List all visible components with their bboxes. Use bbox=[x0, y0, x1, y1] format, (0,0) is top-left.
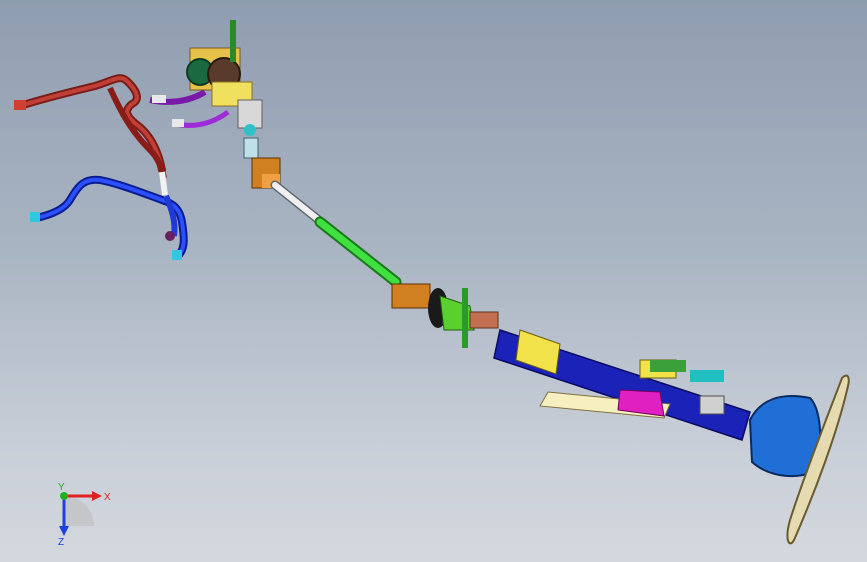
cad-viewport[interactable]: X Y Z bbox=[0, 0, 867, 562]
y-axis-label: Y bbox=[58, 482, 65, 493]
upper-mechanism[interactable] bbox=[186, 20, 263, 159]
z-axis-label: Z bbox=[58, 537, 64, 548]
x-axis-label: X bbox=[104, 492, 111, 503]
steering-wheel[interactable] bbox=[748, 374, 850, 545]
hose-blue[interactable] bbox=[30, 175, 188, 260]
lower-universal-joint[interactable] bbox=[391, 283, 499, 348]
assembly-model[interactable]: X Y Z bbox=[0, 0, 867, 562]
steering-column-housing[interactable] bbox=[493, 329, 751, 441]
lower-shaft[interactable] bbox=[314, 216, 402, 288]
hose-blue-end-fitting bbox=[30, 212, 40, 222]
hose-red-end-fitting bbox=[14, 100, 26, 110]
axis-triad: X Y Z bbox=[58, 482, 111, 548]
